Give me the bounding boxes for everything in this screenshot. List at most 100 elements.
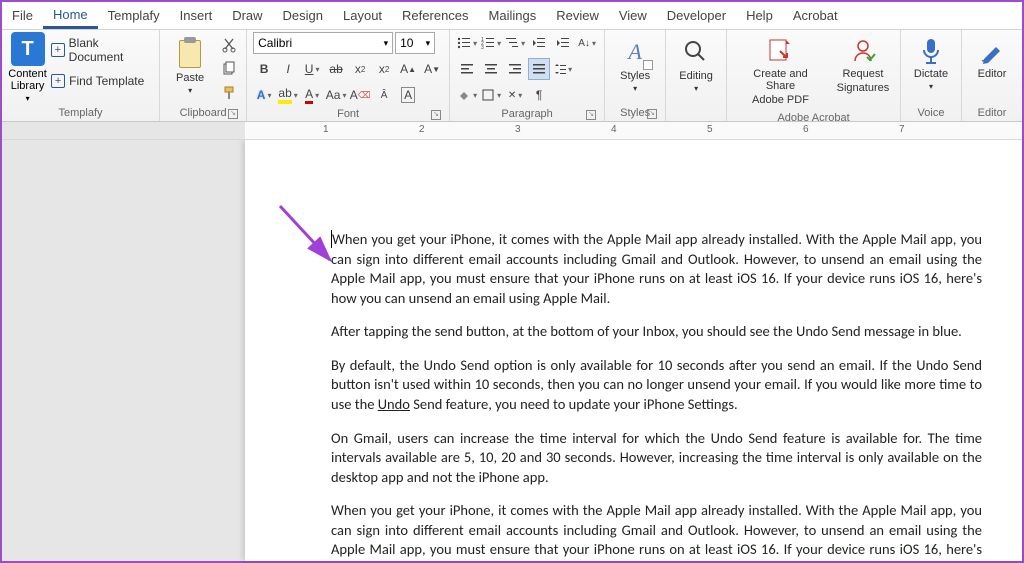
font-size-select[interactable]: 10▾ xyxy=(395,32,435,54)
group-voice: Dictate▾ Voice xyxy=(901,30,962,121)
dictate-button[interactable]: Dictate▾ xyxy=(907,32,955,95)
paragraph-3: By default, the Undo Send option is only… xyxy=(331,356,982,415)
asian-layout-button[interactable]: ✕ xyxy=(504,84,526,106)
svg-text:3: 3 xyxy=(481,45,484,50)
group-label-editing xyxy=(672,105,720,121)
group-label-clipboard: Clipboard↘ xyxy=(166,105,240,121)
sort-button[interactable]: A↓ xyxy=(576,32,598,54)
group-editing: Editing▾ xyxy=(666,30,727,121)
tab-view[interactable]: View xyxy=(609,2,657,29)
underline-button[interactable]: U xyxy=(301,58,323,80)
line-spacing-button[interactable] xyxy=(552,58,574,80)
cut-button[interactable] xyxy=(218,34,240,56)
tab-home[interactable]: Home xyxy=(43,2,98,29)
clear-formatting-button[interactable]: A⌫ xyxy=(349,84,371,106)
tab-acrobat[interactable]: Acrobat xyxy=(783,2,848,29)
grow-font-button[interactable]: A▲ xyxy=(397,58,419,80)
left-gutter xyxy=(2,140,245,561)
paragraph-4: On Gmail, users can increase the time in… xyxy=(331,429,982,488)
italic-button[interactable]: I xyxy=(277,58,299,80)
phonetic-guide-button[interactable]: Â xyxy=(373,84,395,106)
blank-document-button[interactable]: +Blank Document xyxy=(51,34,153,66)
group-templafy: T ContentLibrary ▾ +Blank Document +Find… xyxy=(2,30,160,121)
pdf-icon xyxy=(765,36,795,66)
paragraph-dialog-launcher[interactable]: ↘ xyxy=(586,110,596,120)
tab-templafy[interactable]: Templafy xyxy=(98,2,170,29)
tab-mailings[interactable]: Mailings xyxy=(479,2,547,29)
highlight-button[interactable]: ab xyxy=(277,84,299,106)
find-icon xyxy=(680,36,712,68)
tab-references[interactable]: References xyxy=(392,2,478,29)
horizontal-ruler[interactable]: 1 2 3 4 5 6 7 xyxy=(2,122,1022,140)
group-label-editor: Editor xyxy=(968,105,1016,121)
paste-button[interactable]: Paste ▾ xyxy=(166,32,214,99)
font-dialog-launcher[interactable]: ↘ xyxy=(431,110,441,120)
editor-button[interactable]: Editor xyxy=(968,32,1016,84)
clipboard-dialog-launcher[interactable]: ↘ xyxy=(228,109,238,119)
group-label-templafy: Templafy xyxy=(8,105,153,121)
group-label-voice: Voice xyxy=(907,105,955,121)
paragraph-5: When you get your iPhone, it comes with … xyxy=(331,501,982,561)
group-clipboard: Paste ▾ Clipboard↘ xyxy=(160,30,247,121)
multilevel-list-button[interactable] xyxy=(504,32,526,54)
text-effects-button[interactable]: A xyxy=(253,84,275,106)
font-name-select[interactable]: Calibri▾ xyxy=(253,32,393,54)
paragraph-2: After tapping the send button, at the bo… xyxy=(331,322,982,342)
signature-icon xyxy=(848,36,878,66)
ribbon-tabs: File Home Templafy Insert Draw Design La… xyxy=(2,2,1022,30)
create-share-pdf-button[interactable]: Create and Share Adobe PDF xyxy=(733,32,828,110)
strikethrough-button[interactable]: ab xyxy=(325,58,347,80)
tab-design[interactable]: Design xyxy=(273,2,333,29)
templafy-logo-icon: T xyxy=(11,32,45,66)
group-styles: A Styles▾ Styles↘ xyxy=(605,30,666,121)
group-label-styles: Styles↘ xyxy=(611,105,659,121)
group-editor: Editor Editor xyxy=(962,30,1022,121)
align-justify-button[interactable] xyxy=(528,58,550,80)
decrease-indent-button[interactable] xyxy=(528,32,550,54)
font-color-button[interactable]: A xyxy=(301,84,323,106)
microphone-icon xyxy=(916,36,946,66)
borders-button[interactable] xyxy=(480,84,502,106)
editor-pen-icon xyxy=(977,36,1007,66)
styles-button[interactable]: A Styles▾ xyxy=(611,32,659,97)
ribbon: T ContentLibrary ▾ +Blank Document +Find… xyxy=(2,30,1022,122)
bullets-button[interactable] xyxy=(456,32,478,54)
tab-draw[interactable]: Draw xyxy=(222,2,272,29)
change-case-button[interactable]: Aa xyxy=(325,84,347,106)
show-marks-button[interactable]: ¶ xyxy=(528,84,550,106)
superscript-button[interactable]: x2 xyxy=(373,58,395,80)
group-paragraph: 123 A↓ ✕ ¶ Paragraph↘ xyxy=(450,30,605,121)
subscript-button[interactable]: x2 xyxy=(349,58,371,80)
format-painter-button[interactable] xyxy=(218,82,240,104)
shading-button[interactable] xyxy=(456,84,478,106)
group-acrobat: Create and Share Adobe PDF Request Signa… xyxy=(727,30,901,121)
request-signatures-button[interactable]: Request Signatures xyxy=(832,32,894,98)
tab-developer[interactable]: Developer xyxy=(657,2,736,29)
tab-help[interactable]: Help xyxy=(736,2,783,29)
copy-button[interactable] xyxy=(218,58,240,80)
align-right-button[interactable] xyxy=(504,58,526,80)
tab-insert[interactable]: Insert xyxy=(170,2,223,29)
increase-indent-button[interactable] xyxy=(552,32,574,54)
styles-dialog-launcher[interactable]: ↘ xyxy=(647,109,657,119)
clipboard-icon xyxy=(175,36,205,70)
paragraph-1: When you get your iPhone, it comes with … xyxy=(331,230,982,307)
find-template-button[interactable]: +Find Template xyxy=(51,72,153,90)
editing-button[interactable]: Editing▾ xyxy=(672,32,720,97)
shrink-font-button[interactable]: A▼ xyxy=(421,58,443,80)
numbering-button[interactable]: 123 xyxy=(480,32,502,54)
content-library-label[interactable]: ContentLibrary ▾ xyxy=(8,68,47,104)
align-left-button[interactable] xyxy=(456,58,478,80)
styles-icon: A xyxy=(619,36,651,68)
tab-file[interactable]: File xyxy=(2,2,43,29)
document-area: When you get your iPhone, it comes with … xyxy=(2,140,1022,561)
group-font: Calibri▾ 10▾ B I U ab x2 x2 A▲ A▼ A ab A… xyxy=(247,30,450,121)
tab-layout[interactable]: Layout xyxy=(333,2,392,29)
tab-review[interactable]: Review xyxy=(546,2,609,29)
document-page[interactable]: When you get your iPhone, it comes with … xyxy=(245,140,1022,561)
group-label-paragraph: Paragraph↘ xyxy=(456,106,598,122)
character-border-button[interactable]: A xyxy=(397,84,419,106)
align-center-button[interactable] xyxy=(480,58,502,80)
bold-button[interactable]: B xyxy=(253,58,275,80)
group-label-font: Font↘ xyxy=(253,106,443,122)
